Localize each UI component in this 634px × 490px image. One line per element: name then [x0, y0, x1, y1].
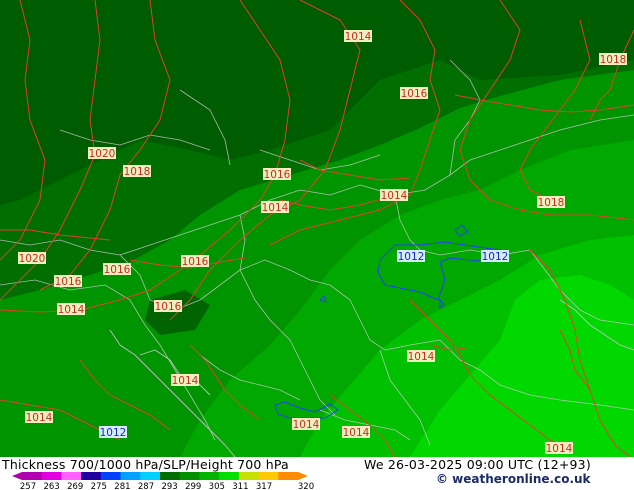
color-scale-arrow-right [298, 472, 308, 480]
credit-link[interactable]: © weatheronline.co.uk [436, 472, 591, 486]
isobar-label: 1012 [398, 251, 425, 263]
color-scale-swatch [160, 472, 181, 480]
isobar-label: 1012 [482, 251, 509, 263]
color-scale-ticks: 257 263 269 275 281 287 293 299 305 311 317 320 [20, 482, 314, 490]
color-scale-tick-label: 263 [43, 482, 59, 490]
isobar-label: 1016 [182, 256, 209, 268]
color-scale-tick-label: 311 [232, 482, 248, 490]
isobar-label: 1014 [546, 443, 573, 455]
isobar-label: 1018 [600, 54, 627, 66]
isobar-label: 1016 [401, 88, 428, 100]
color-scale-swatch [278, 472, 299, 480]
isobar-label: 1014 [58, 304, 85, 316]
isobar-label: 1014 [408, 351, 435, 363]
isobar-label: 1020 [89, 148, 116, 160]
color-scale-swatch [120, 472, 141, 480]
color-scale-swatch [140, 472, 161, 480]
color-scale-swatch [238, 472, 260, 480]
isobar-label: 1016 [264, 169, 291, 181]
color-scale-tick-label: 305 [209, 482, 225, 490]
isobar-label: 1014 [343, 427, 370, 439]
color-scale-arrow-left [12, 472, 22, 480]
isobar-label: 1012 [100, 427, 127, 439]
color-scale-bars [12, 472, 308, 480]
color-scale-swatch [179, 472, 200, 480]
color-scale-swatch [100, 472, 122, 480]
color-scale-tick-label: 299 [185, 482, 201, 490]
weather-map: 1014 1018 1016 1020 1018 1016 1014 1014 1018 1012… [0, 0, 634, 457]
color-scale-swatch [258, 472, 279, 480]
color-scale-swatch [219, 472, 240, 480]
color-scale-swatch [199, 472, 220, 480]
footer: Thickness 700/1000 hPa/SLP/Height 700 hP… [0, 457, 634, 490]
color-scale-swatch [81, 472, 102, 480]
isobar-label: 1016 [55, 276, 82, 288]
isobar-label: 1014 [381, 190, 408, 202]
color-scale-swatch [22, 472, 43, 480]
color-scale-swatch [61, 472, 82, 480]
color-scale-tick-label: 293 [161, 482, 177, 490]
isobar-label: 1018 [538, 197, 565, 209]
color-scale-tick-label: 281 [114, 482, 130, 490]
isobar-label: 1016 [155, 301, 182, 313]
isobar-label: 1014 [262, 202, 289, 214]
color-scale: 257 263 269 275 281 287 293 299 305 311 317 320 [12, 472, 314, 490]
color-scale-tick-label: 320 [298, 482, 314, 490]
isobar-label: 1020 [19, 253, 46, 265]
isobar-label: 1014 [293, 419, 320, 431]
isobar-label: 1014 [26, 412, 53, 424]
isobar-label: 1014 [345, 31, 372, 43]
isobar-label: 1018 [124, 166, 151, 178]
color-scale-swatch [41, 472, 62, 480]
color-scale-tick-label: 275 [91, 482, 107, 490]
isobar-label: 1016 [104, 264, 131, 276]
color-scale-tick-label: 269 [67, 482, 83, 490]
color-scale-tick-label: 287 [138, 482, 154, 490]
map-title: Thickness 700/1000 hPa/SLP/Height 700 hP… [2, 457, 289, 472]
color-scale-tick-label: 257 [20, 482, 36, 490]
map-datetime: We 26-03-2025 09:00 UTC (12+93) [364, 457, 591, 472]
isobar-label: 1014 [172, 375, 199, 387]
color-scale-tick-label: 317 [256, 482, 272, 490]
